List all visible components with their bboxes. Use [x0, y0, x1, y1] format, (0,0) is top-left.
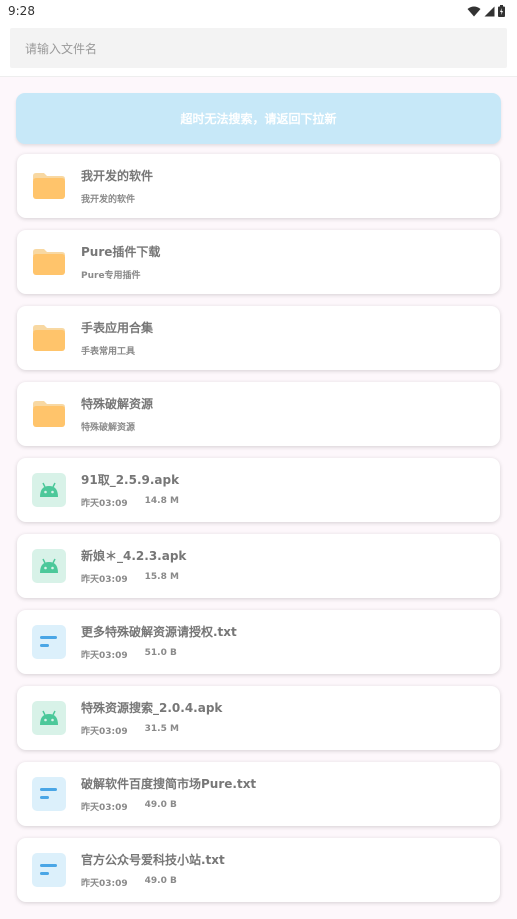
folder-icon	[32, 397, 66, 431]
item-title: 更多特殊破解资源请授权.txt	[81, 625, 237, 639]
item-subtitle: 我开发的软件	[81, 195, 136, 205]
item-date: 昨天03:09	[81, 727, 128, 737]
search-placeholder: 请输入文件名	[25, 41, 98, 56]
item-title: Pure插件下载	[81, 245, 161, 259]
item-date: 昨天03:09	[81, 803, 128, 813]
item-title: 手表应用合集	[81, 321, 154, 335]
item-size: 49.0 B	[144, 876, 177, 886]
search-bar: 请输入文件名	[0, 22, 517, 77]
item-text: 我开发的软件 我开发的软件	[81, 167, 153, 205]
android-icon	[32, 701, 66, 735]
item-title: 我开发的软件	[81, 169, 154, 183]
item-subtitle: 特殊破解资源	[81, 423, 136, 433]
item-meta: 昨天03:09 31.5 M	[81, 724, 222, 737]
battery-icon	[498, 5, 505, 17]
text-file-icon	[32, 853, 66, 887]
item-text: 破解软件百度搜简市场Pure.txt 昨天03:09 49.0 B	[81, 775, 256, 813]
folder-item[interactable]: 手表应用合集手表常用工具	[17, 306, 500, 370]
search-input[interactable]: 请输入文件名	[10, 28, 507, 68]
item-title: 官方公众号爱科技小站.txt	[81, 853, 225, 867]
folder-icon	[32, 169, 66, 203]
item-title: 新娘＊_4.2.3.apk	[81, 549, 187, 563]
item-text: 官方公众号爱科技小站.txt 昨天03:09 49.0 B	[81, 851, 225, 889]
folder-item[interactable]: 特殊破解资源 特殊破解资源	[17, 382, 500, 446]
folder-icon	[32, 245, 66, 279]
item-text: 91取_2.5.9.apk 昨天03:09 14.8 M	[81, 471, 179, 509]
text-file-icon	[32, 777, 66, 811]
item-size: 31.5 M	[144, 724, 179, 734]
item-meta: 昨天03:09 51.0 B	[81, 648, 237, 661]
item-subtitle: Pure专用插件	[81, 271, 141, 281]
notice-text: 超时无法搜索，请返回下拉新	[180, 112, 337, 126]
item-title: 特殊破解资源	[81, 397, 154, 411]
status-time: 9:28	[8, 4, 35, 18]
content: 超时无法搜索，请返回下拉新 我开发的软件 我开发的软件 Pure插件下载 Pure专…	[0, 93, 517, 914]
item-title: 破解软件百度搜简市场Pure.txt	[81, 777, 257, 791]
item-text: 新娘＊_4.2.3.apk 昨天03:09 15.8 M	[81, 547, 186, 585]
item-text: 更多特殊破解资源请授权.txt 昨天03:09 51.0 B	[81, 623, 237, 661]
item-text: 特殊破解资源 特殊破解资源	[81, 395, 153, 433]
file-item[interactable]: 91取_2.5.9.apk 昨天03:09 14.8 M	[17, 458, 500, 522]
file-item[interactable]: 特殊资源搜索_2.0.4.apk 昨天03:09 31.5 M	[17, 686, 500, 750]
item-text: Pure插件下载 Pure专用插件	[81, 243, 160, 281]
item-size: 15.8 M	[144, 572, 179, 582]
status-bar: 9:28	[0, 0, 517, 22]
folder-item[interactable]: 我开发的软件 我开发的软件	[17, 154, 500, 218]
item-size: 49.0 B	[144, 800, 177, 810]
timeout-notice-button[interactable]: 超时无法搜索，请返回下拉新	[16, 93, 501, 144]
android-icon	[32, 473, 66, 507]
item-date: 昨天03:09	[81, 499, 128, 509]
item-text: 特殊资源搜索_2.0.4.apk 昨天03:09 31.5 M	[81, 699, 222, 737]
item-meta: 昨天03:09 49.0 B	[81, 800, 256, 813]
folder-item[interactable]: Pure插件下载 Pure专用插件	[17, 230, 500, 294]
android-icon	[32, 549, 66, 583]
item-date: 昨天03:09	[81, 575, 128, 585]
item-meta: 昨天03:09 15.8 M	[81, 572, 186, 585]
file-item[interactable]: 新娘＊_4.2.3.apk 昨天03:09 15.8 M	[17, 534, 500, 598]
file-item[interactable]: 更多特殊破解资源请授权.txt 昨天03:09 51.0 B	[17, 610, 500, 674]
file-item[interactable]: 破解软件百度搜简市场Pure.txt 昨天03:09 49.0 B	[17, 762, 500, 826]
file-item[interactable]: 官方公众号爱科技小站.txt 昨天03:09 49.0 B	[17, 838, 500, 902]
item-meta: 昨天03:09 14.8 M	[81, 496, 179, 509]
item-date: 昨天03:09	[81, 879, 128, 889]
signal-icon	[484, 6, 495, 16]
item-meta: 昨天03:09 49.0 B	[81, 876, 225, 889]
wifi-icon	[467, 6, 481, 16]
item-text: 手表应用合集手表常用工具	[81, 319, 153, 357]
item-subtitle: 手表常用工具	[81, 347, 136, 357]
item-title: 特殊资源搜索_2.0.4.apk	[81, 701, 223, 715]
item-title: 91取_2.5.9.apk	[81, 473, 180, 487]
item-size: 14.8 M	[144, 496, 179, 506]
item-size: 51.0 B	[144, 648, 177, 658]
folder-icon	[32, 321, 66, 355]
text-file-icon	[32, 625, 66, 659]
item-date: 昨天03:09	[81, 651, 128, 661]
status-icons	[467, 5, 505, 17]
file-list: 我开发的软件 我开发的软件 Pure插件下载 Pure专用插件 手表应用合集 手表常用…	[0, 154, 517, 902]
